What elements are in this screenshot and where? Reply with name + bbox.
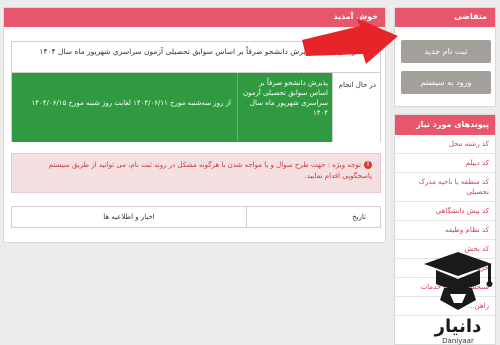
- schedule-row: در حال انجام پذیرش دانشجو صرفاً بر اساس …: [12, 73, 380, 142]
- link-item-diploma-code[interactable]: کد دیپلم: [395, 154, 495, 173]
- link-item-military-code[interactable]: کد نظام وظیفه: [395, 221, 495, 240]
- notice-box: !توجه ویژه : جهت طرح سوال و یا مواجه شدن…: [11, 153, 381, 193]
- notice-text: توجه ویژه : جهت طرح سوال و یا مواجه شدن …: [48, 161, 372, 180]
- register-button[interactable]: ثبت نام جدید: [401, 40, 491, 63]
- news-table: تاریخ اخبار و اطلاعیه ها: [11, 206, 381, 228]
- annotation-arrow-icon: [302, 18, 398, 64]
- dates-cell: از روز سه‌شنبه مورخ ۱۴۰۴/۰۶/۱۱ لغایت روز…: [12, 73, 237, 142]
- status-cell: در حال انجام: [332, 73, 380, 142]
- warning-icon: !: [364, 161, 372, 169]
- link-item-region-code[interactable]: کد منطقه یا ناحیه مدرک تحصیلی: [395, 173, 495, 202]
- description-cell: پذیرش دانشجو صرفاً بر اساس سوابق تحصیلی …: [237, 73, 332, 142]
- applicant-header: متقاضی: [395, 8, 495, 27]
- logo-latin-text: Daniyaar: [442, 337, 474, 345]
- applicant-panel: متقاضی ثبت نام جدید ورود به سیستم: [394, 7, 496, 107]
- news-date-header: تاریخ: [246, 207, 380, 227]
- links-header: پیوندهای مورد نیاز: [395, 115, 495, 135]
- daniyaar-logo: دانیار Daniyaar: [424, 252, 493, 345]
- logo-text: دانیار: [434, 316, 482, 337]
- link-item-preuniversity-code[interactable]: کد پیش دانشگاهی: [395, 202, 495, 221]
- link-item-field-code[interactable]: کد رشته محل: [395, 135, 495, 154]
- login-button[interactable]: ورود به سیستم: [401, 71, 491, 94]
- news-title-header: اخبار و اطلاعیه ها: [103, 213, 155, 221]
